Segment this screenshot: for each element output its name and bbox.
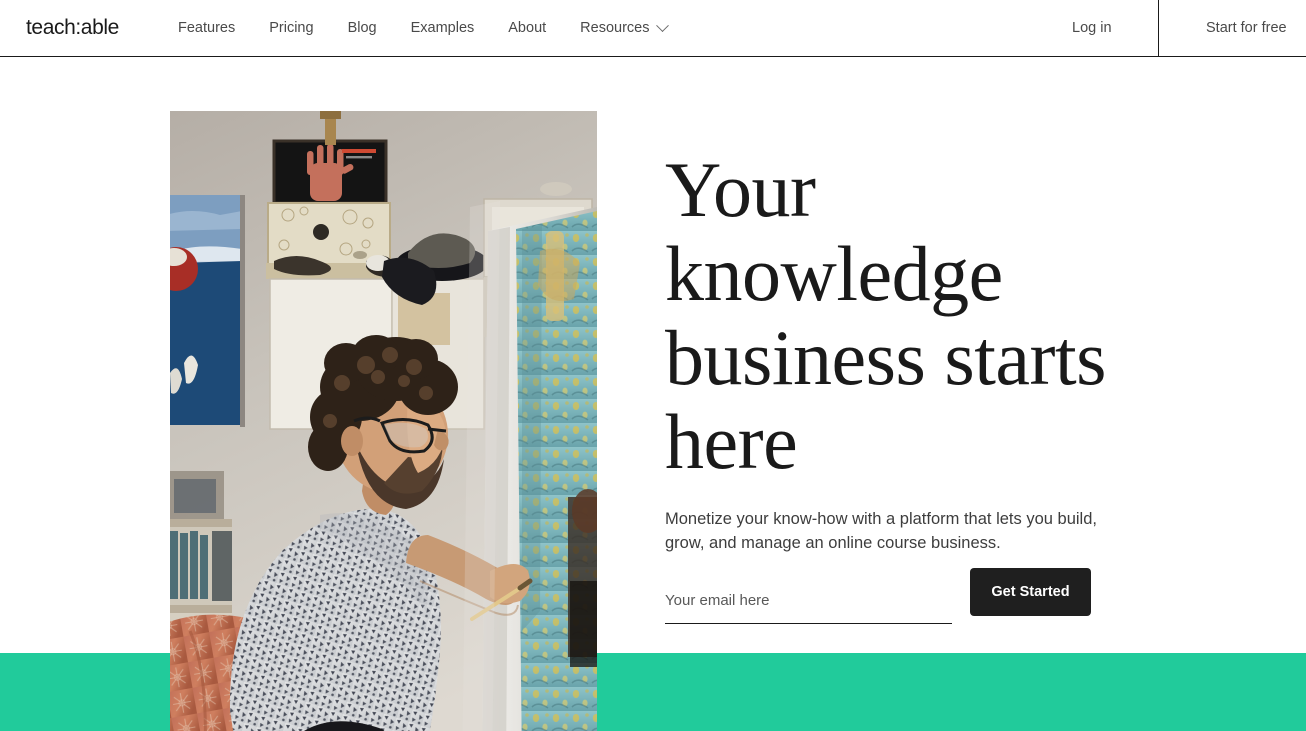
start-for-free-button[interactable]: Start for free <box>1206 19 1287 37</box>
hero-subhead: Monetize your know-how with a platform t… <box>665 510 1097 552</box>
nav-item-pricing[interactable]: Pricing <box>269 19 313 37</box>
login-link[interactable]: Log in <box>1072 19 1112 37</box>
nav-label: Pricing <box>269 20 314 36</box>
landing-page: teach:able Features Pricing Blog Example… <box>0 0 1306 731</box>
email-input[interactable] <box>665 585 952 624</box>
hero-image <box>170 111 597 731</box>
nav-item-about[interactable]: About <box>508 19 546 37</box>
site-header: teach:able Features Pricing Blog Example… <box>0 0 1306 57</box>
page-title: Your knowledge business starts here <box>665 146 1107 485</box>
site-logo[interactable]: teach:able <box>26 16 119 40</box>
nav-item-resources[interactable]: Resources <box>580 18 670 37</box>
nav-label: Resources <box>580 20 650 36</box>
chevron-down-icon <box>656 18 670 32</box>
nav-item-features[interactable]: Features <box>178 19 235 37</box>
hero-section: Your knowledge business starts here Mone… <box>0 57 1306 731</box>
nav-label: Examples <box>410 20 475 36</box>
nav-item-examples[interactable]: Examples <box>411 19 475 37</box>
get-started-button[interactable]: Get Started <box>970 568 1091 616</box>
header-divider <box>1158 0 1159 56</box>
nav-label: Blog <box>347 20 377 36</box>
primary-nav: Features Pricing Blog Examples About Res… <box>178 18 670 37</box>
nav-label: About <box>508 20 547 36</box>
nav-label: Features <box>178 20 236 36</box>
nav-item-blog[interactable]: Blog <box>348 19 377 37</box>
